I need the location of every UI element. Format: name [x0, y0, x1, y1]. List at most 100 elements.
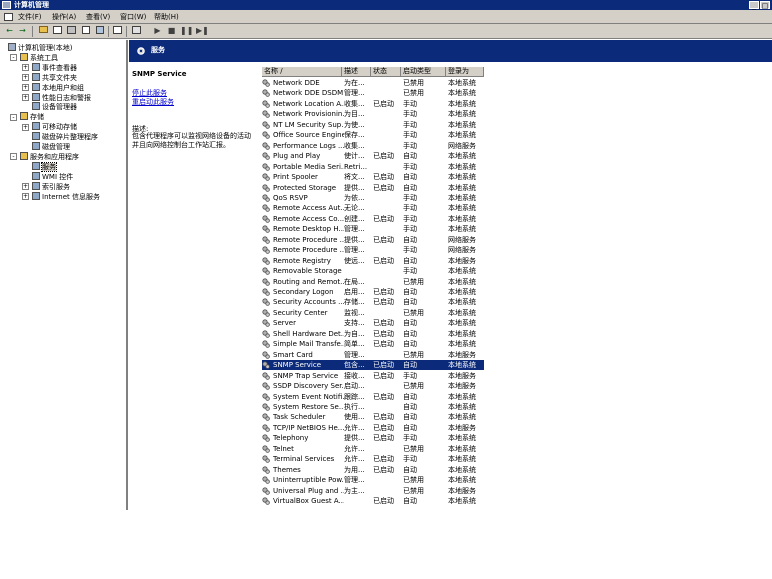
refresh-icon[interactable] — [80, 26, 91, 36]
service-row[interactable]: Remote Registry 使远... 已启动 自动 本地服务 — [262, 256, 484, 266]
restart-service-link[interactable]: 重启动此服务 — [132, 97, 174, 107]
service-row[interactable]: Plug and Play 使计... 已启动 自动 本地系统 — [262, 151, 484, 161]
tree-node[interactable]: 设备管理器 — [32, 102, 77, 112]
service-row[interactable]: QoS RSVP 为依... 手动 本地系统 — [262, 193, 484, 203]
service-startup-type: 手动 — [403, 246, 417, 255]
tree-node[interactable]: 索引服务 — [32, 181, 70, 192]
service-row[interactable]: Print Spooler 将文... 已启动 自动 本地系统 — [262, 172, 484, 182]
window-title: 计算机管理 — [14, 1, 49, 9]
menu-window[interactable]: 窗口(W) — [120, 12, 146, 22]
service-row[interactable]: SNMP Trap Service 接收... 已启动 手动 本地服务 — [262, 371, 484, 381]
service-row[interactable]: Telnet 允许... 已禁用 本地系统 — [262, 444, 484, 454]
tree-expander[interactable]: + — [22, 94, 29, 101]
service-row[interactable]: Routing and Remot... 在局... 已禁用 本地系统 — [262, 277, 484, 287]
service-row[interactable]: Remote Access Co... 创建... 已启动 手动 本地系统 — [262, 214, 484, 224]
tree-node[interactable]: 服务和应用程序 — [20, 151, 79, 162]
tree-node[interactable]: Internet 信息服务 — [32, 191, 100, 202]
column-header-log-on-as[interactable]: 登录为 — [446, 67, 484, 77]
service-row[interactable]: SSDP Discovery Ser... 启动... 已禁用 本地服务 — [262, 381, 484, 391]
tree-expander[interactable]: + — [22, 84, 29, 92]
service-row[interactable]: Remote Procedure ... 提供... 已启动 自动 网络服务 — [262, 235, 484, 245]
menu-file[interactable]: 文件(F) — [18, 12, 42, 22]
service-gear-icon — [262, 110, 270, 119]
service-name: TCP/IP NetBIOS He... — [273, 423, 344, 432]
service-row[interactable]: Network DDE 为在... 已禁用 本地系统 — [262, 78, 484, 88]
service-row[interactable]: System Event Notifi... 跟踪... 已启动 自动 本地系统 — [262, 392, 484, 402]
column-header-description[interactable]: 描述 — [342, 67, 371, 77]
service-row[interactable]: Performance Logs ... 收集... 手动 网络服务 — [262, 141, 484, 151]
tree-expander[interactable]: + — [22, 183, 29, 191]
tree-node[interactable]: 本地用户和组 — [32, 82, 84, 93]
service-row[interactable]: Secondary Logon 启用... 已启动 自动 本地系统 — [262, 287, 484, 297]
service-row[interactable]: Remote Desktop H... 管理... 手动 本地系统 — [262, 224, 484, 234]
export-list-icon[interactable] — [94, 26, 105, 36]
pause-service-icon[interactable]: ❚❚ — [180, 26, 193, 36]
tree-expander[interactable]: + — [22, 123, 29, 131]
service-gear-icon — [262, 246, 270, 254]
view-icon[interactable] — [131, 26, 142, 36]
tree-node[interactable]: 磁盘管理 — [32, 142, 70, 152]
service-row[interactable]: Remote Procedure ... 管理... 手动 网络服务 — [262, 245, 484, 255]
tree-node[interactable]: WMI 控件 — [32, 171, 73, 182]
column-header-status[interactable]: 状态 — [371, 67, 401, 77]
service-row[interactable]: Telephony 提供... 已启动 手动 本地系统 — [262, 433, 484, 443]
show-tree-icon[interactable] — [52, 26, 63, 36]
menu-action[interactable]: 操作(A) — [52, 12, 76, 22]
service-row[interactable]: Themes 为用... 已启动 自动 本地系统 — [262, 465, 484, 475]
service-row[interactable]: Network DDE DSDM 管理... 已禁用 本地系统 — [262, 88, 484, 98]
tree-node[interactable]: 性能日志和警报 — [32, 92, 91, 103]
minimize-button[interactable]: _ — [749, 1, 759, 10]
service-row[interactable]: VirtualBox Guest A... 已启动 自动 本地系统 — [262, 496, 484, 506]
service-row[interactable]: Task Scheduler 使用... 已启动 自动 本地系统 — [262, 412, 484, 422]
properties-icon[interactable] — [66, 26, 77, 36]
service-startup-type: 已禁用 — [403, 382, 424, 391]
service-row[interactable]: Server 支持... 已启动 自动 本地系统 — [262, 318, 484, 328]
service-row[interactable]: Shell Hardware Det... 为自... 已启动 自动 本地系统 — [262, 329, 484, 339]
service-row[interactable]: System Restore Se... 执行... 自动 本地系统 — [262, 402, 484, 412]
service-row[interactable]: Network Location A... 收集... 已启动 手动 本地系统 — [262, 99, 484, 109]
service-row[interactable]: Smart Card 管理... 已禁用 本地服务 — [262, 350, 484, 360]
tree-node[interactable]: 系统工具 — [20, 52, 58, 63]
tree-expander[interactable]: - — [10, 113, 17, 121]
maximize-button[interactable]: □ — [760, 1, 770, 10]
start-service-icon[interactable]: ▶ — [152, 26, 163, 36]
service-row[interactable]: Remote Access Aut... 无论... 手动 本地系统 — [262, 203, 484, 213]
tree-expander[interactable]: + — [22, 74, 29, 82]
service-row[interactable]: Removable Storage 手动 本地系统 — [262, 266, 484, 276]
service-row[interactable]: Security Accounts ... 存储... 已启动 自动 本地系统 — [262, 297, 484, 307]
tree-node[interactable]: 共享文件夹 — [32, 72, 77, 83]
tree-expander[interactable]: - — [10, 153, 17, 161]
menu-view[interactable]: 查看(V) — [86, 12, 110, 22]
stop-service-icon[interactable]: ■ — [166, 26, 177, 36]
tree-node[interactable]: 存储 — [20, 112, 44, 122]
service-row[interactable]: Terminal Services 允许... 已启动 手动 本地系统 — [262, 454, 484, 464]
tree-node[interactable]: 可移动存储 — [32, 122, 77, 132]
tree-node[interactable]: 事件查看器 — [32, 62, 77, 73]
tree-expander[interactable]: + — [22, 193, 29, 200]
tree-node[interactable]: 计算机管理(本地) — [8, 43, 72, 53]
service-row[interactable]: Security Center 监视... 已禁用 本地系统 — [262, 308, 484, 318]
column-header-name[interactable]: 名称 / — [262, 67, 342, 77]
service-row[interactable]: TCP/IP NetBIOS He... 允许... 已启动 自动 本地服务 — [262, 423, 484, 433]
menu-help[interactable]: 帮助(H) — [154, 12, 179, 22]
up-folder-icon[interactable] — [38, 26, 49, 36]
service-row[interactable]: Simple Mail Transfe... 简单... 已启动 自动 本地系统 — [262, 339, 484, 349]
tree-expander[interactable]: - — [10, 54, 17, 62]
service-row[interactable]: Universal Plug and ... 为主... 已禁用 本地服务 — [262, 486, 484, 496]
service-row[interactable]: NT LM Security Sup... 为使... 手动 本地系统 — [262, 120, 484, 130]
service-row[interactable]: Office Source Engine 保存... 手动 本地系统 — [262, 130, 484, 140]
column-header-startup-type[interactable]: 启动类型 — [401, 67, 446, 77]
restart-service-icon[interactable]: ▶❚ — [196, 26, 209, 36]
service-row[interactable]: Uninterruptible Pow... 管理... 已禁用 本地系统 — [262, 475, 484, 485]
forward-arrow-icon[interactable]: → — [17, 26, 28, 36]
tree-node[interactable]: 服务 — [32, 161, 57, 172]
tree-node[interactable]: 磁盘碎片整理程序 — [32, 132, 98, 142]
help-icon[interactable] — [112, 26, 123, 36]
service-row[interactable]: Portable Media Seri... Retri... 手动 本地系统 — [262, 162, 484, 172]
back-arrow-icon[interactable]: ← — [4, 26, 15, 36]
service-status: 已启动 — [373, 183, 394, 192]
tree-expander[interactable]: + — [22, 64, 29, 72]
service-row[interactable]: Network Provisionin... 为目... 手动 本地系统 — [262, 109, 484, 119]
service-row[interactable]: SNMP Service 包含... 已启动 自动 本地系统 — [262, 360, 484, 371]
service-row[interactable]: Protected Storage 提供... 已启动 自动 本地系统 — [262, 183, 484, 193]
